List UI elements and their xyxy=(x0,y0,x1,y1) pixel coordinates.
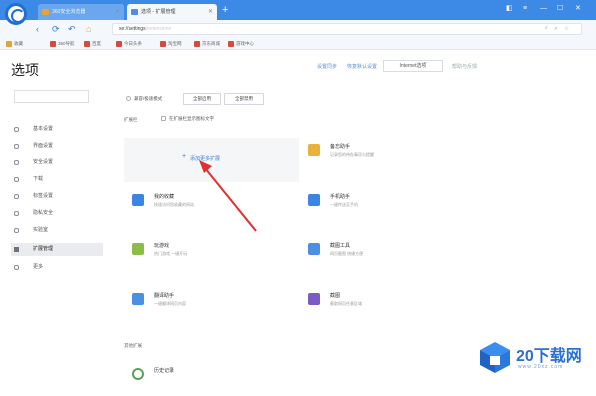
watermark: 20下载网 www.20xz.com xyxy=(478,340,592,376)
cube-logo-icon xyxy=(480,342,510,373)
annotation-arrow-icon xyxy=(199,160,257,232)
watermark-sub: www.20xz.com xyxy=(518,364,564,370)
watermark-title: 20下载网 xyxy=(516,348,582,365)
browser-logo xyxy=(5,3,27,25)
